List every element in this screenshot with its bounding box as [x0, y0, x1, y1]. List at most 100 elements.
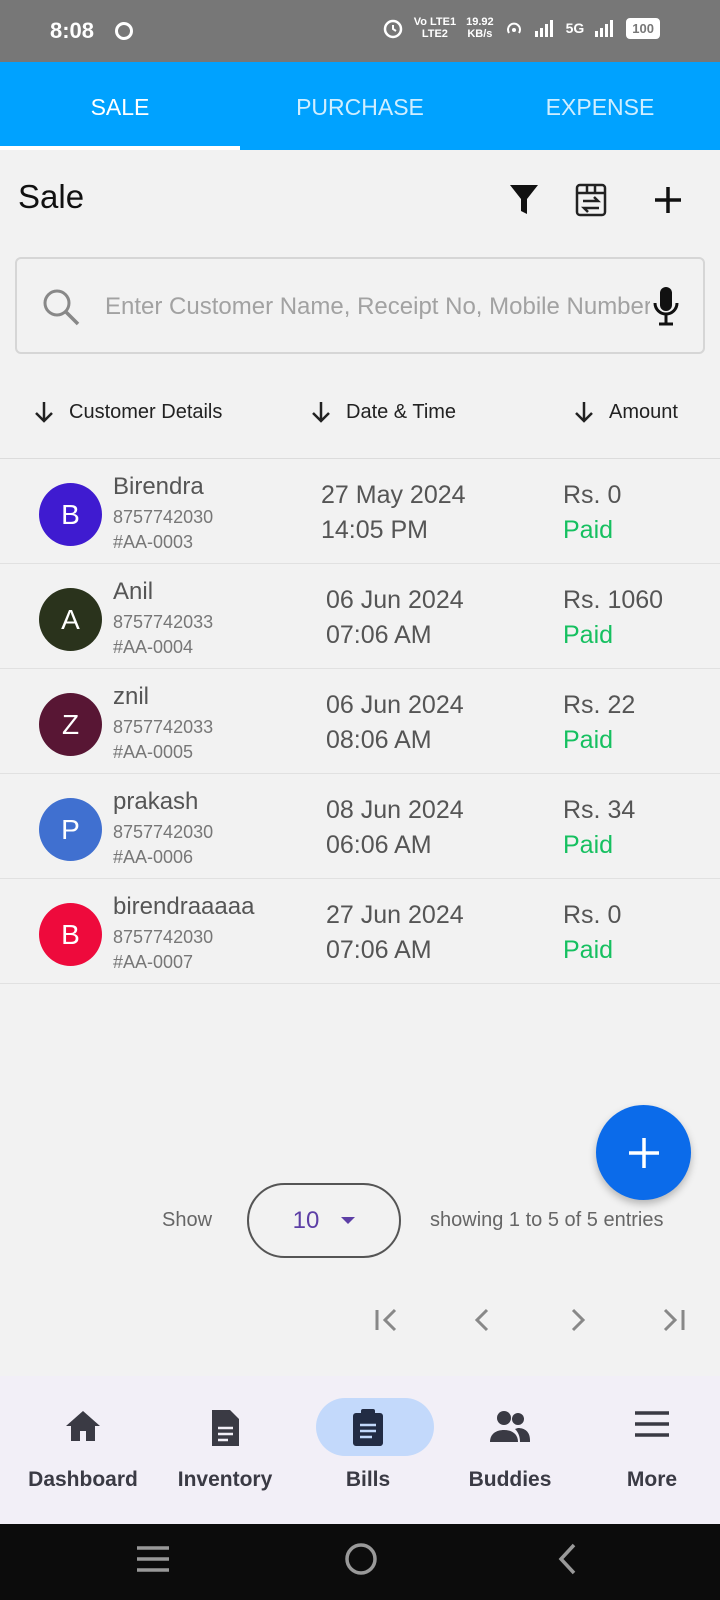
nav-dashboard[interactable]: Dashboard: [11, 1376, 155, 1524]
bill-time: 07:06 AM: [326, 621, 432, 649]
bill-date: 06 Jun 2024: [326, 586, 464, 614]
net-speed-unit: KB/s: [467, 28, 493, 40]
bill-time: 06:06 AM: [326, 831, 432, 859]
signal-icon: [534, 20, 553, 37]
nav-label: Bills: [345, 1468, 391, 1491]
avatar: B: [39, 483, 102, 546]
customer-name: Anil: [113, 578, 154, 605]
search-box: [15, 257, 705, 354]
status-badge: Paid: [563, 831, 614, 859]
recent-apps-icon[interactable]: [135, 1544, 171, 1574]
sort-arrow-icon: [35, 402, 53, 423]
customer-phone: 8757742033: [113, 612, 214, 632]
hotspot-icon: [506, 22, 521, 34]
tab-purchase[interactable]: PURCHASE: [240, 62, 480, 150]
bill-time: 07:06 AM: [326, 936, 432, 964]
nav-label: More: [626, 1468, 678, 1491]
home-circle-icon[interactable]: [344, 1542, 378, 1576]
receipt-number: #AA-0007: [113, 952, 194, 972]
bill-amount: Rs. 0: [563, 901, 622, 929]
avatar: Z: [39, 693, 102, 756]
last-page-button[interactable]: [653, 1300, 693, 1340]
add-icon[interactable]: [646, 178, 690, 222]
nav-label: Buddies: [468, 1468, 552, 1491]
receipt-number: #AA-0005: [113, 742, 194, 762]
table-row[interactable]: P prakash 8757742030 #AA-0006 08 Jun 202…: [0, 774, 720, 879]
status-bar: 8:08 Vo LTE1 LTE2 19.92 KB/s 5G 100: [0, 0, 720, 62]
customer-name: znil: [113, 683, 150, 710]
plus-icon: [628, 1137, 659, 1168]
show-label: Show: [162, 1209, 213, 1231]
receipt-number: #AA-0003: [113, 532, 194, 552]
customer-name: prakash: [113, 788, 199, 815]
col-customer-details[interactable]: Customer Details: [33, 400, 222, 424]
search-input[interactable]: [105, 287, 650, 327]
status-badge: Paid: [563, 516, 614, 544]
menu-icon: [635, 1411, 669, 1437]
customer-phone: 8757742030: [113, 927, 214, 947]
page-size-value: 10: [292, 1206, 320, 1234]
first-page-button[interactable]: [367, 1300, 407, 1340]
avatar: P: [39, 798, 102, 861]
avatar: B: [39, 903, 102, 966]
sort-arrow-icon: [575, 402, 593, 423]
nav-more[interactable]: More: [580, 1376, 720, 1524]
net-speed: 19.92 KB/s: [466, 16, 494, 40]
home-icon: [66, 1411, 100, 1441]
volte-indicator: Vo LTE1 LTE2: [414, 16, 456, 40]
bill-date: 27 Jun 2024: [326, 901, 464, 929]
customer-phone: 8757742030: [113, 822, 214, 842]
sort-arrow-icon: [312, 402, 330, 423]
page-title: Sale: [18, 178, 85, 215]
nav-inventory[interactable]: Inventory: [153, 1376, 297, 1524]
nav-buddies[interactable]: Buddies: [438, 1376, 582, 1524]
entries-info: showing 1 to 5 of 5 entries: [430, 1209, 664, 1231]
search-icon: [43, 289, 80, 326]
system-nav-bar: [0, 1524, 720, 1600]
tab-bar: SALE PURCHASE EXPENSE: [0, 62, 720, 150]
last-page-icon: [663, 1308, 685, 1332]
prev-page-button[interactable]: [462, 1300, 502, 1340]
bill-time: 08:06 AM: [326, 726, 432, 754]
receipt-number: #AA-0004: [113, 637, 194, 657]
table-row[interactable]: B birendraaaaa 8757742030 #AA-0007 27 Ju…: [0, 879, 720, 984]
battery-icon: 100: [626, 17, 660, 39]
alarm-icon: [383, 19, 402, 39]
bill-amount: Rs. 0: [563, 481, 622, 509]
document-icon: [212, 1410, 239, 1446]
col-date-time[interactable]: Date & Time: [310, 400, 456, 424]
table-row[interactable]: Z znil 8757742033 #AA-0005 06 Jun 2024 0…: [0, 669, 720, 774]
bottom-nav: Dashboard Inventory Bills Buddies More: [0, 1376, 720, 1524]
sync-box-icon[interactable]: [569, 178, 613, 222]
customer-phone: 8757742030: [113, 507, 214, 527]
table-row[interactable]: A Anil 8757742033 #AA-0004 06 Jun 2024 0…: [0, 564, 720, 669]
next-page-button[interactable]: [558, 1300, 598, 1340]
bill-amount: Rs. 22: [563, 691, 636, 719]
chevron-left-icon: [474, 1308, 489, 1332]
receipt-number: #AA-0006: [113, 847, 194, 867]
net-speed-value: 19.92: [466, 16, 494, 28]
status-indicators: Vo LTE1 LTE2 19.92 KB/s 5G 100: [382, 16, 660, 40]
notification-icon: [115, 22, 133, 40]
chevron-right-icon: [571, 1308, 586, 1332]
signal-icon-2: [595, 20, 614, 37]
bill-date: 08 Jun 2024: [326, 796, 464, 824]
mic-icon[interactable]: [653, 285, 679, 327]
volte-top: Vo LTE1: [413, 16, 457, 28]
first-page-icon: [375, 1308, 397, 1332]
avatar: A: [39, 588, 102, 651]
filter-icon[interactable]: [502, 178, 546, 222]
back-icon[interactable]: [556, 1542, 578, 1576]
tab-expense[interactable]: EXPENSE: [480, 62, 720, 150]
bill-amount: Rs. 34: [563, 796, 636, 824]
bill-date: 06 Jun 2024: [326, 691, 464, 719]
nav-bills[interactable]: Bills: [296, 1376, 440, 1524]
bill-time: 14:05 PM: [321, 516, 429, 544]
add-bill-button[interactable]: [596, 1105, 691, 1200]
tab-sale[interactable]: SALE: [0, 62, 240, 150]
chevron-down-icon: [341, 1217, 356, 1224]
page-size-select[interactable]: 10: [247, 1183, 401, 1258]
col-amount[interactable]: Amount: [573, 400, 678, 424]
table-row[interactable]: B Birendra 8757742030 #AA-0003 27 May 20…: [0, 459, 720, 564]
network-type: 5G: [565, 20, 585, 36]
